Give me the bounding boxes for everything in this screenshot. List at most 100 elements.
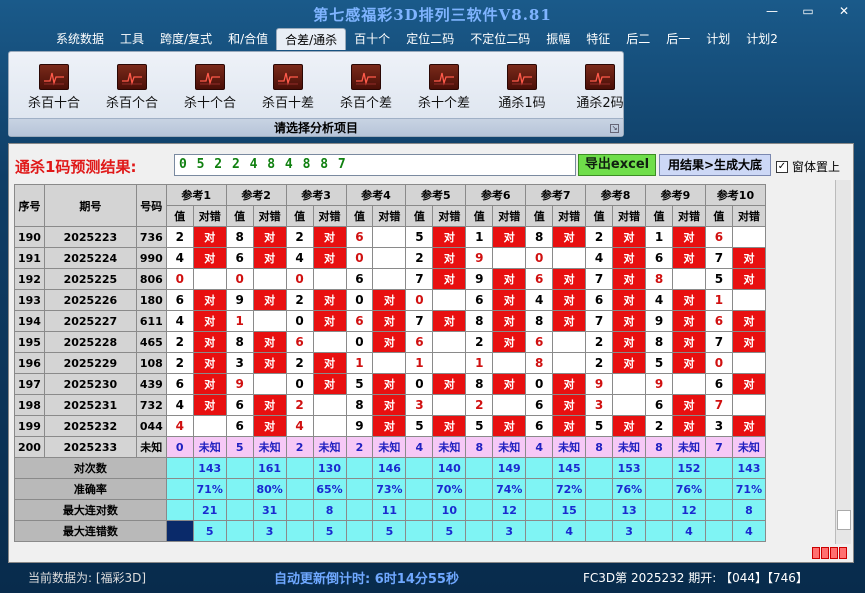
result-cell: 对: [552, 394, 587, 416]
value-cell: 6: [645, 247, 673, 269]
row-period: 2025231: [43, 394, 137, 416]
trend-chart-icon: [507, 64, 537, 90]
result-cell: [252, 310, 287, 332]
menu-item[interactable]: 后二: [618, 28, 658, 50]
reference-header[interactable]: 参考8: [585, 184, 647, 206]
table-row[interactable]: 190 2025223 736 2 对 8 对 2 对 6 5 对 1 对 8 对 2 对 1 对 6: [14, 226, 766, 248]
reference-header[interactable]: 参考7: [525, 184, 587, 206]
pin-window-checkbox[interactable]: ✓: [776, 160, 788, 173]
result-cell: 对: [192, 331, 227, 353]
scroll-thumb[interactable]: [837, 510, 851, 530]
generate-base-button[interactable]: 用结果>生成大底: [659, 154, 771, 176]
menu-item[interactable]: 合差/通杀: [276, 28, 347, 50]
row-number: 180: [135, 289, 167, 311]
table-row[interactable]: 195 2025228 465 2 对 8 对 6 0 对 6 2 对 6 2 对 8 对 7 对: [14, 331, 766, 353]
table-row[interactable]: 197 2025230 439 6 对 9 0 对 5 对 0 对 8 对 0 对 9 9 6 对: [14, 373, 766, 395]
stats-spacer: [465, 520, 494, 542]
ribbon-button[interactable]: 杀百十差: [249, 64, 327, 111]
current-data-text: 当前数据为: [福彩3D]: [28, 571, 147, 585]
menu-item[interactable]: 振幅: [538, 28, 578, 50]
result-subheader: 对错: [372, 205, 407, 227]
index-header[interactable]: 序号: [14, 184, 45, 227]
table-row[interactable]: 193 2025226 180 6 对 9 对 2 对 0 对 0 6 对 4 对 6 对 4 对 1: [14, 289, 766, 311]
menu-item[interactable]: 跨度/复式: [152, 28, 220, 50]
result-cell: 对: [671, 331, 706, 353]
row-number: 806: [135, 268, 167, 290]
vertical-scrollbar[interactable]: [835, 180, 851, 544]
table-row[interactable]: 198 2025231 732 4 对 6 对 2 8 对 3 2 6 对 3 6 对 7: [14, 394, 766, 416]
value-cell: 8: [525, 310, 554, 332]
result-subheader: 对错: [552, 205, 587, 227]
menu-item[interactable]: 工具: [112, 28, 152, 50]
table-row[interactable]: 194 2025227 611 4 对 1 0 对 6 对 7 对 8 对 8 对 7 对 9 对 6 对: [14, 310, 766, 332]
pending-value-cell: 8: [465, 436, 494, 458]
result-cell: 对: [372, 310, 407, 332]
stats-spacer: [285, 499, 314, 521]
stats-value: 74%: [492, 478, 527, 500]
reference-header[interactable]: 参考1: [165, 184, 227, 206]
close-button[interactable]: ✕: [833, 4, 855, 18]
pin-window-toggle[interactable]: ✓ 窗体置上: [776, 158, 840, 175]
stats-value: 31: [252, 499, 287, 521]
menu-item[interactable]: 计划: [698, 28, 738, 50]
value-cell: 9: [345, 415, 374, 437]
result-cell: 对: [312, 289, 347, 311]
value-cell: 4: [645, 289, 673, 311]
menu-item[interactable]: 特征: [578, 28, 618, 50]
value-cell: 9: [585, 373, 614, 395]
value-cell: 8: [525, 352, 554, 374]
prediction-output[interactable]: 0 5 2 2 4 8 4 8 8 7: [174, 154, 576, 176]
resize-grip[interactable]: [812, 547, 847, 559]
row-number: 990: [135, 247, 167, 269]
period-header[interactable]: 期号: [43, 184, 137, 227]
result-cell: 对: [671, 415, 706, 437]
ribbon-button[interactable]: 杀十个差: [405, 64, 483, 111]
ribbon-button[interactable]: 通杀1码: [483, 64, 561, 111]
table-row[interactable]: 192 2025225 806 0 0 0 6 7 对 9 对 6 对 7 对 8 5 对: [14, 268, 766, 290]
ribbon-button-label: 杀百十合: [27, 96, 80, 111]
menu-item[interactable]: 定位二码: [398, 28, 462, 50]
result-cell: 对: [312, 247, 347, 269]
ribbon-button[interactable]: 杀百个合: [93, 64, 171, 111]
value-cell: 0: [225, 268, 254, 290]
countdown-text: 自动更新倒计时: 6时14分55秒: [274, 572, 459, 587]
stats-value: 161: [252, 457, 287, 479]
number-header[interactable]: 号码: [135, 184, 167, 227]
table-row[interactable]: 196 2025229 108 2 对 3 对 2 对 1 1 1 8 2 对 5 对 0: [14, 352, 766, 374]
ribbon-launcher-icon[interactable]: ↘: [610, 124, 619, 133]
table-row[interactable]: 199 2025232 044 4 6 对 4 9 对 5 对 5 对 6 对 5 对 2 对 3 对: [14, 415, 766, 437]
reference-header[interactable]: 参考4: [345, 184, 407, 206]
reference-header[interactable]: 参考3: [285, 184, 347, 206]
value-cell: 8: [645, 331, 673, 353]
reference-header[interactable]: 参考6: [465, 184, 527, 206]
value-cell: 2: [585, 352, 614, 374]
menu-item[interactable]: 计划2: [738, 28, 786, 50]
minimize-button[interactable]: —: [761, 4, 783, 18]
table-row[interactable]: 191 2025224 990 4 对 6 对 4 对 0 2 对 9 0 4 对 6 对 7 对: [14, 247, 766, 269]
ribbon-button[interactable]: 杀百个差: [327, 64, 405, 111]
menu-item[interactable]: 不定位二码: [462, 28, 538, 50]
menu-item[interactable]: 后一: [658, 28, 698, 50]
maximize-button[interactable]: ▭: [797, 4, 819, 18]
value-cell: 3: [585, 394, 614, 416]
row-index: 198: [14, 394, 45, 416]
ribbon-button[interactable]: 杀百十合: [15, 64, 93, 111]
value-cell: 2: [285, 352, 314, 374]
value-cell: 1: [345, 352, 374, 374]
pending-row[interactable]: 200 2025233 未知 0 未知 5 未知 2 未知 2 未知 4 未知 8 未知 4 未知 8 未知 8 未知 7…: [14, 436, 766, 458]
value-cell: 6: [525, 331, 554, 353]
result-cell: 对: [671, 226, 706, 248]
menu-item[interactable]: 和/合值: [220, 28, 276, 50]
row-index: 194: [14, 310, 45, 332]
value-cell: 6: [465, 289, 494, 311]
reference-header[interactable]: 参考2: [225, 184, 287, 206]
stats-value: 4: [552, 520, 587, 542]
reference-header[interactable]: 参考9: [645, 184, 706, 206]
ribbon-button[interactable]: 杀十个合: [171, 64, 249, 111]
reference-header[interactable]: 参考10: [704, 184, 766, 206]
reference-header[interactable]: 参考5: [405, 184, 467, 206]
menu-item[interactable]: 系统数据: [48, 28, 112, 50]
export-excel-button[interactable]: 导出excel: [578, 154, 656, 176]
ribbon-button[interactable]: 通杀2码: [561, 64, 639, 111]
menu-item[interactable]: 百十个: [346, 28, 398, 50]
